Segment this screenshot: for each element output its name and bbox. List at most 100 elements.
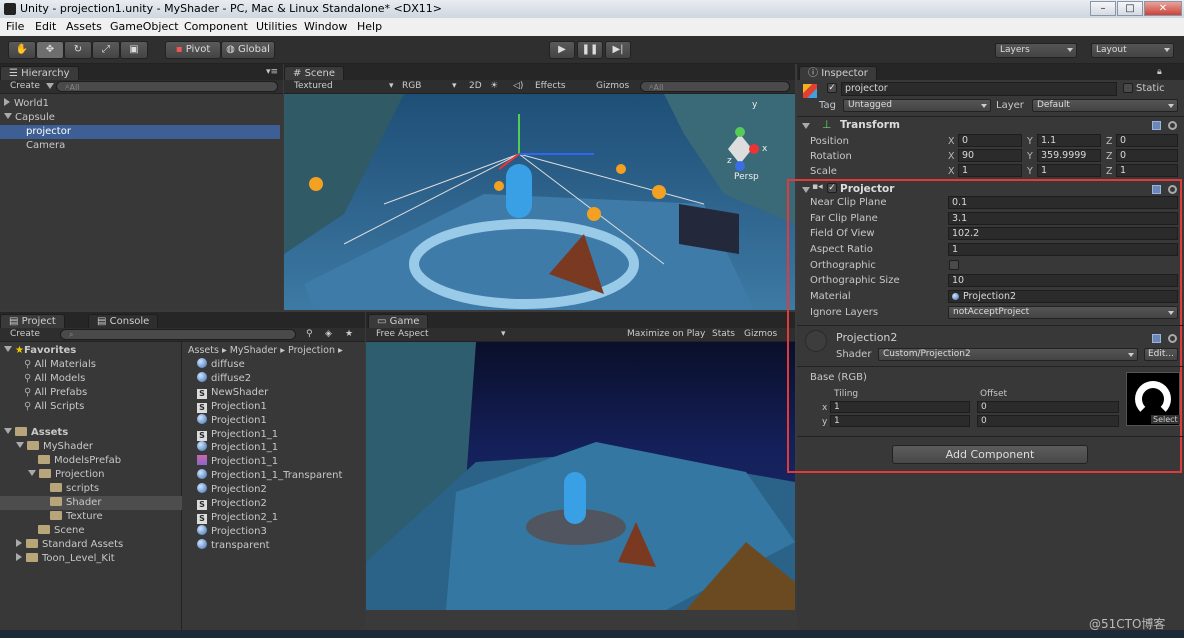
folder-item[interactable]: Projection bbox=[28, 468, 104, 482]
favorite-item[interactable]: ⚲ All Prefabs bbox=[24, 386, 87, 400]
hand-tool-button[interactable]: ✋ bbox=[8, 41, 36, 59]
shader-dropdown[interactable]: Custom/Projection2 bbox=[878, 348, 1138, 361]
rotation-x-field[interactable]: 90 bbox=[958, 149, 1022, 162]
orthographic-checkbox[interactable] bbox=[949, 260, 959, 270]
shading-mode-dropdown[interactable]: Textured bbox=[294, 81, 333, 91]
scene-viewport[interactable]: y x z Persp bbox=[284, 94, 795, 310]
position-y-field[interactable]: 1.1 bbox=[1037, 134, 1101, 147]
perspective-label[interactable]: Persp bbox=[734, 172, 759, 182]
far-clip-field[interactable]: 3.1 bbox=[948, 212, 1178, 225]
favorite-item[interactable]: ⚲ All Materials bbox=[24, 358, 96, 372]
2d-toggle[interactable]: 2D bbox=[469, 81, 482, 91]
ortho-size-field[interactable]: 10 bbox=[948, 274, 1178, 287]
help-book-icon[interactable] bbox=[1152, 121, 1161, 130]
render-mode-dropdown[interactable]: RGB bbox=[402, 81, 421, 91]
favorite-item[interactable]: ⚲ All Models bbox=[24, 372, 85, 386]
minimize-button[interactable]: – bbox=[1090, 1, 1116, 16]
tab-game[interactable]: ▭ Game bbox=[368, 314, 429, 328]
shader-edit-button[interactable]: Edit... bbox=[1144, 348, 1178, 361]
menu-assets[interactable]: Assets bbox=[66, 20, 102, 33]
tiling-y-field[interactable]: 1 bbox=[830, 415, 970, 427]
tab-project[interactable]: ▤ Project bbox=[0, 314, 65, 328]
move-tool-button[interactable]: ✥ bbox=[36, 41, 64, 59]
asset-item[interactable]: Projection2 bbox=[197, 483, 267, 497]
menu-window[interactable]: Window bbox=[304, 20, 347, 33]
maximize-on-play-toggle[interactable]: Maximize on Play bbox=[627, 329, 705, 339]
lock-icon[interactable]: 🔒︎ bbox=[1157, 67, 1162, 77]
project-create-button[interactable]: Create bbox=[10, 329, 40, 339]
sun-icon[interactable]: ☀ bbox=[490, 81, 498, 91]
rotation-z-field[interactable]: 0 bbox=[1116, 149, 1178, 162]
filter-label-icon[interactable]: ◈ bbox=[325, 329, 332, 339]
rect-tool-button[interactable]: ▣ bbox=[120, 41, 148, 59]
tab-scene[interactable]: # Scene bbox=[284, 66, 345, 80]
add-component-button[interactable]: Add Component bbox=[892, 445, 1088, 464]
folder-item[interactable]: scripts bbox=[50, 482, 99, 496]
tab-inspector[interactable]: ⓘ Inspector bbox=[799, 66, 877, 80]
play-button[interactable]: ▶ bbox=[549, 41, 575, 59]
help-book-icon[interactable] bbox=[1152, 334, 1161, 343]
filter-type-icon[interactable]: ⚲ bbox=[306, 329, 313, 339]
position-z-field[interactable]: 0 bbox=[1116, 134, 1178, 147]
folder-item[interactable]: Toon_Level_Kit bbox=[16, 552, 115, 566]
layout-dropdown[interactable]: Layout bbox=[1091, 43, 1174, 58]
favorite-icon[interactable]: ★ bbox=[345, 329, 353, 339]
folder-item[interactable]: MyShader bbox=[16, 440, 93, 454]
project-search-input[interactable]: ⌕ bbox=[60, 329, 296, 340]
layers-dropdown[interactable]: Layers bbox=[995, 43, 1077, 58]
rotation-y-field[interactable]: 359.9999 bbox=[1037, 149, 1101, 162]
step-button[interactable]: ▶| bbox=[605, 41, 631, 59]
asset-item[interactable]: S NewShader bbox=[197, 386, 268, 400]
close-button[interactable]: ✕ bbox=[1144, 1, 1182, 16]
stats-toggle[interactable]: Stats bbox=[712, 329, 735, 339]
folder-item[interactable]: ModelsPrefab bbox=[38, 454, 121, 468]
asset-item[interactable]: diffuse2 bbox=[197, 371, 251, 386]
object-name-field[interactable]: projector bbox=[841, 82, 1117, 96]
folder-item[interactable]: Scene bbox=[38, 524, 85, 538]
breadcrumb-item[interactable]: MyShader bbox=[230, 345, 277, 356]
asset-item[interactable]: Projection1_1 bbox=[197, 441, 278, 455]
help-book-icon[interactable] bbox=[1152, 185, 1161, 194]
global-toggle[interactable]: ◍ Global bbox=[221, 41, 275, 59]
menu-file[interactable]: File bbox=[6, 20, 24, 33]
menu-component[interactable]: Component bbox=[184, 20, 248, 33]
scale-y-field[interactable]: 1 bbox=[1037, 164, 1101, 177]
tab-console[interactable]: ▤ Console bbox=[88, 314, 159, 328]
fov-field[interactable]: 102.2 bbox=[948, 227, 1178, 240]
hierarchy-item-camera[interactable]: Camera bbox=[0, 139, 280, 153]
hierarchy-search-input[interactable]: ⌕ All bbox=[56, 81, 278, 92]
tiling-x-field[interactable]: 1 bbox=[830, 401, 970, 413]
maximize-button[interactable]: □ bbox=[1117, 1, 1143, 16]
asset-item[interactable]: Projection3 bbox=[197, 524, 267, 539]
favorites-header[interactable]: ★Favorites bbox=[4, 344, 76, 358]
gear-icon[interactable] bbox=[1168, 334, 1177, 343]
breadcrumb-item[interactable]: Assets bbox=[188, 345, 219, 356]
rotate-tool-button[interactable]: ↻ bbox=[64, 41, 92, 59]
game-gizmos-dropdown[interactable]: Gizmos bbox=[744, 329, 777, 339]
offset-x-field[interactable]: 0 bbox=[977, 401, 1119, 413]
folder-item-selected[interactable]: Shader bbox=[0, 496, 182, 510]
texture-select-button[interactable]: Select bbox=[1151, 415, 1180, 424]
asset-item[interactable]: Projection1_1_Transparent bbox=[197, 469, 342, 483]
aspect-dropdown[interactable]: Free Aspect bbox=[376, 329, 429, 339]
asset-item[interactable]: diffuse bbox=[197, 358, 245, 372]
gear-icon[interactable] bbox=[1168, 121, 1177, 130]
menu-help[interactable]: Help bbox=[357, 20, 382, 33]
scale-tool-button[interactable]: ⤢ bbox=[92, 41, 120, 59]
material-field[interactable]: Projection2 bbox=[948, 290, 1178, 303]
static-checkbox[interactable] bbox=[1123, 83, 1133, 93]
menu-utilities[interactable]: Utilities bbox=[256, 20, 297, 33]
asset-item[interactable]: Projection1_1 bbox=[197, 455, 278, 469]
asset-item[interactable]: S Projection2_1 bbox=[197, 511, 278, 525]
asset-item[interactable]: Projection1 bbox=[197, 413, 267, 428]
texture-slot[interactable]: Select bbox=[1126, 372, 1180, 426]
menu-gameobject[interactable]: GameObject bbox=[110, 20, 179, 33]
asset-item[interactable]: S Projection2 bbox=[197, 497, 267, 511]
position-x-field[interactable]: 0 bbox=[958, 134, 1022, 147]
hierarchy-create-button[interactable]: Create bbox=[10, 81, 40, 91]
hierarchy-item-world1[interactable]: World1 bbox=[0, 97, 280, 111]
breadcrumb-item[interactable]: Projection bbox=[288, 345, 335, 356]
asset-item[interactable]: S Projection1 bbox=[197, 400, 267, 414]
asset-item[interactable]: transparent bbox=[197, 538, 270, 553]
folder-item[interactable]: Texture bbox=[50, 510, 103, 524]
